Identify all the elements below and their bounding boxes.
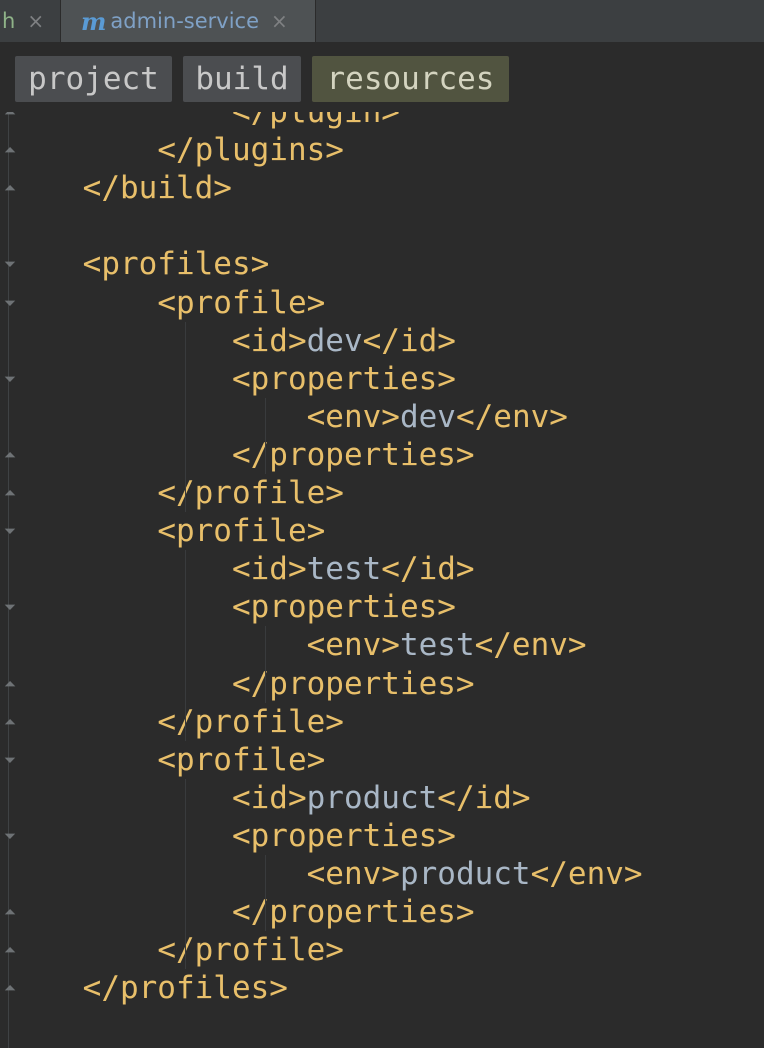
code-line[interactable]: <id>dev</id> bbox=[8, 322, 456, 360]
code-line[interactable]: </profiles> bbox=[8, 969, 288, 1007]
fold-collapse-icon[interactable]: ⏶ bbox=[1, 112, 19, 123]
code-line[interactable]: <profile> bbox=[8, 512, 325, 550]
code-editor[interactable]: </plugin> ⏶ </plugins> ⏶ </build> ⏶ <profil… bbox=[0, 112, 764, 1048]
fold-collapse-icon[interactable]: ⏶ bbox=[1, 177, 19, 199]
indent-guide bbox=[265, 626, 266, 703]
fold-collapse-icon[interactable]: ⏶ bbox=[1, 139, 19, 161]
breadcrumb-build[interactable]: build bbox=[183, 56, 301, 102]
code-line[interactable]: <env>dev</env> bbox=[8, 398, 568, 436]
fold-expand-icon[interactable]: ⏷ bbox=[1, 292, 19, 314]
code-line[interactable]: <env>test</env> bbox=[8, 626, 587, 664]
breadcrumb: project build resources bbox=[0, 42, 764, 112]
fold-expand-icon[interactable]: ⏷ bbox=[1, 253, 19, 275]
code-line[interactable]: <id>product</id> bbox=[8, 779, 531, 817]
fold-expand-icon[interactable]: ⏷ bbox=[1, 749, 19, 771]
fold-expand-icon[interactable]: ⏷ bbox=[1, 368, 19, 390]
indent-guide bbox=[265, 855, 266, 932]
code-line[interactable]: <properties> bbox=[8, 588, 456, 626]
breadcrumb-resources[interactable]: resources bbox=[312, 56, 509, 102]
fold-collapse-icon[interactable]: ⏶ bbox=[1, 444, 19, 466]
fold-expand-icon[interactable]: ⏷ bbox=[1, 596, 19, 618]
code-line[interactable]: </plugins> bbox=[8, 131, 344, 169]
code-line[interactable]: </profile> bbox=[8, 703, 344, 741]
fold-expand-icon[interactable]: ⏷ bbox=[1, 825, 19, 847]
tab-label: h bbox=[2, 9, 16, 33]
breadcrumb-project[interactable]: project bbox=[15, 56, 172, 102]
indent-guide bbox=[185, 321, 186, 513]
fold-collapse-icon[interactable]: ⏶ bbox=[1, 977, 19, 999]
code-line[interactable]: <env>product</env> bbox=[8, 855, 643, 893]
fold-collapse-icon[interactable]: ⏶ bbox=[1, 673, 19, 695]
code-line[interactable]: <properties> bbox=[8, 360, 456, 398]
tab-previous-file[interactable]: h × bbox=[0, 0, 60, 42]
indent-guide bbox=[185, 550, 186, 741]
close-icon[interactable]: × bbox=[27, 9, 44, 33]
code-line[interactable]: </profile> bbox=[8, 931, 344, 969]
code-line[interactable]: <properties> bbox=[8, 817, 456, 855]
fold-collapse-icon[interactable]: ⏶ bbox=[1, 711, 19, 733]
code-line[interactable]: </properties> bbox=[8, 893, 475, 931]
maven-icon: m bbox=[81, 6, 107, 36]
code-line[interactable]: </properties> bbox=[8, 436, 475, 474]
editor-tab-bar: h × m admin-service × bbox=[0, 0, 764, 43]
code-line[interactable]: <id>test</id> bbox=[8, 550, 475, 588]
code-line[interactable]: </plugin> bbox=[8, 112, 400, 131]
fold-collapse-icon[interactable]: ⏶ bbox=[1, 939, 19, 961]
fold-collapse-icon[interactable]: ⏶ bbox=[1, 482, 19, 504]
close-icon[interactable]: × bbox=[271, 9, 288, 33]
indent-guide bbox=[265, 397, 266, 474]
fold-expand-icon[interactable]: ⏷ bbox=[1, 520, 19, 542]
code-line[interactable]: </profile> bbox=[8, 474, 344, 512]
code-line[interactable]: <profile> bbox=[8, 284, 325, 322]
tab-admin-service[interactable]: m admin-service × bbox=[60, 0, 316, 42]
indent-guide bbox=[185, 778, 186, 970]
code-line[interactable]: </build> bbox=[8, 169, 232, 207]
code-line[interactable]: </properties> bbox=[8, 665, 475, 703]
code-line[interactable]: <profiles> bbox=[8, 245, 270, 283]
fold-collapse-icon[interactable]: ⏶ bbox=[1, 901, 19, 923]
code-line[interactable]: <profile> bbox=[8, 741, 325, 779]
tab-label: admin-service bbox=[110, 9, 260, 33]
